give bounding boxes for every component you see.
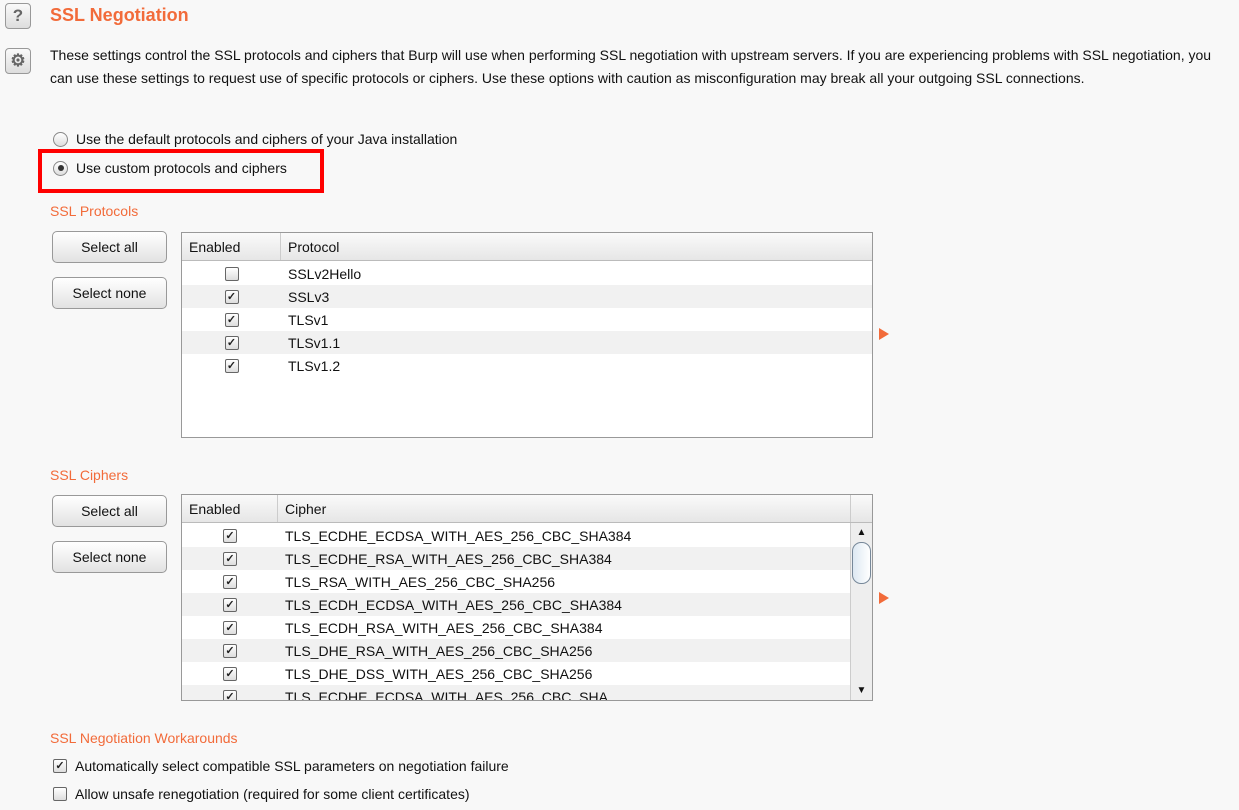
scroll-down-icon[interactable]: ▼ — [851, 685, 872, 696]
column-enabled[interactable]: Enabled — [182, 495, 278, 522]
radio-icon[interactable] — [53, 131, 68, 147]
scrollbar[interactable]: ▲ ▼ — [850, 523, 872, 700]
enabled-checkbox[interactable]: ✓ — [223, 597, 237, 612]
enabled-checkbox[interactable]: ✓ — [223, 528, 237, 543]
auto-select-checkbox[interactable]: ✓ Automatically select compatible SSL par… — [53, 758, 509, 774]
protocols-table[interactable]: Enabled Protocol SSLv2Hello ✓ SSLv3 ✓ TLSv1 ✓ T… — [181, 232, 873, 438]
enabled-checkbox[interactable]: ✓ — [223, 643, 237, 658]
row-name: TLS_ECDHE_RSA_WITH_AES_256_CBC_SHA384 — [285, 550, 612, 567]
row-name: TLSv1.2 — [288, 357, 341, 374]
enabled-checkbox[interactable]: ✓ — [223, 689, 237, 700]
table-row[interactable]: ✓ TLS_DHE_RSA_WITH_AES_256_CBC_SHA256 — [182, 639, 850, 662]
enabled-checkbox[interactable]: ✓ — [223, 551, 237, 566]
checkbox-label: Allow unsafe renegotiation (required for… — [75, 786, 470, 802]
protocols-select-none-button[interactable]: Select none — [52, 277, 167, 309]
table-row[interactable]: ✓ TLS_ECDHE_ECDSA_WITH_AES_256_CBC_SHA — [182, 685, 850, 701]
row-name: SSLv3 — [288, 288, 330, 305]
radio-default[interactable]: Use the default protocols and ciphers of… — [53, 131, 457, 147]
gear-icon[interactable]: ⚙ — [5, 48, 31, 74]
table-row[interactable]: ✓ TLS_DHE_DSS_WITH_AES_256_CBC_SHA256 — [182, 662, 850, 685]
description: These settings control the SSL protocols… — [50, 47, 1212, 86]
table-row[interactable]: ✓ TLSv1.1 — [182, 331, 872, 354]
enabled-checkbox[interactable]: ✓ — [224, 312, 239, 327]
ciphers-table[interactable]: Enabled Cipher ✓ TLS_ECDHE_ECDSA_WITH_AES_… — [181, 494, 873, 701]
radio-icon[interactable] — [53, 160, 68, 176]
workarounds-label: SSL Negotiation Workarounds — [50, 730, 238, 746]
scroll-up-icon[interactable]: ▲ — [851, 527, 872, 538]
enabled-checkbox[interactable]: ✓ — [224, 289, 239, 304]
checkbox-label: Automatically select compatible SSL para… — [75, 758, 509, 774]
table-row[interactable]: ✓ TLSv1.2 — [182, 354, 872, 377]
column-enabled[interactable]: Enabled — [182, 233, 281, 260]
expand-arrow-icon[interactable] — [879, 328, 889, 340]
scrollbar-thumb[interactable] — [852, 542, 871, 584]
enabled-checkbox[interactable] — [224, 266, 239, 281]
table-row[interactable]: ✓ TLS_RSA_WITH_AES_256_CBC_SHA256 — [182, 570, 850, 593]
ssl-ciphers-label: SSL Ciphers — [50, 467, 129, 483]
ciphers-select-all-button[interactable]: Select all — [52, 495, 167, 527]
row-name: TLS_ECDH_RSA_WITH_AES_256_CBC_SHA384 — [285, 619, 603, 636]
row-name: TLS_RSA_WITH_AES_256_CBC_SHA256 — [285, 573, 556, 590]
protocols-select-all-button[interactable]: Select all — [52, 231, 167, 263]
table-row[interactable]: ✓ TLS_ECDH_ECDSA_WITH_AES_256_CBC_SHA384 — [182, 593, 850, 616]
column-protocol[interactable]: Protocol — [281, 233, 872, 260]
table-row[interactable]: ✓ TLS_ECDH_RSA_WITH_AES_256_CBC_SHA384 — [182, 616, 850, 639]
enabled-checkbox[interactable]: ✓ — [224, 358, 239, 373]
table-row[interactable]: ✓ TLS_ECDHE_ECDSA_WITH_AES_256_CBC_SHA384 — [182, 524, 850, 547]
checkbox-icon[interactable] — [53, 787, 67, 801]
enabled-checkbox[interactable]: ✓ — [224, 335, 239, 350]
row-name: TLSv1 — [288, 311, 329, 328]
table-row[interactable]: SSLv2Hello — [182, 262, 872, 285]
row-name: TLS_ECDHE_ECDSA_WITH_AES_256_CBC_SHA384 — [285, 527, 632, 544]
ssl-protocols-label: SSL Protocols — [50, 203, 139, 219]
radio-label: Use the default protocols and ciphers of… — [76, 131, 458, 147]
row-name: TLSv1.1 — [288, 334, 341, 351]
radio-custom[interactable]: Use custom protocols and ciphers — [53, 160, 287, 176]
help-icon[interactable]: ? — [5, 3, 31, 29]
ciphers-select-none-button[interactable]: Select none — [52, 541, 167, 573]
table-row[interactable]: ✓ TLSv1 — [182, 308, 872, 331]
table-row[interactable]: ✓ TLS_ECDHE_RSA_WITH_AES_256_CBC_SHA384 — [182, 547, 850, 570]
row-name: TLS_ECDHE_ECDSA_WITH_AES_256_CBC_SHA — [285, 688, 608, 701]
column-cipher[interactable]: Cipher — [278, 495, 851, 522]
enabled-checkbox[interactable]: ✓ — [223, 620, 237, 635]
radio-label: Use custom protocols and ciphers — [76, 160, 287, 176]
unsafe-renegotiation-checkbox[interactable]: Allow unsafe renegotiation (required for… — [53, 786, 470, 802]
enabled-checkbox[interactable]: ✓ — [223, 574, 237, 589]
enabled-checkbox[interactable]: ✓ — [223, 666, 237, 681]
row-name: SSLv2Hello — [288, 265, 362, 282]
row-name: TLS_DHE_DSS_WITH_AES_256_CBC_SHA256 — [285, 665, 593, 682]
row-name: TLS_DHE_RSA_WITH_AES_256_CBC_SHA256 — [285, 642, 593, 659]
checkbox-icon[interactable]: ✓ — [53, 759, 67, 773]
row-name: TLS_ECDH_ECDSA_WITH_AES_256_CBC_SHA384 — [285, 596, 622, 613]
expand-arrow-icon[interactable] — [879, 592, 889, 604]
page-title: SSL Negotiation — [50, 5, 189, 25]
table-row[interactable]: ✓ SSLv3 — [182, 285, 872, 308]
